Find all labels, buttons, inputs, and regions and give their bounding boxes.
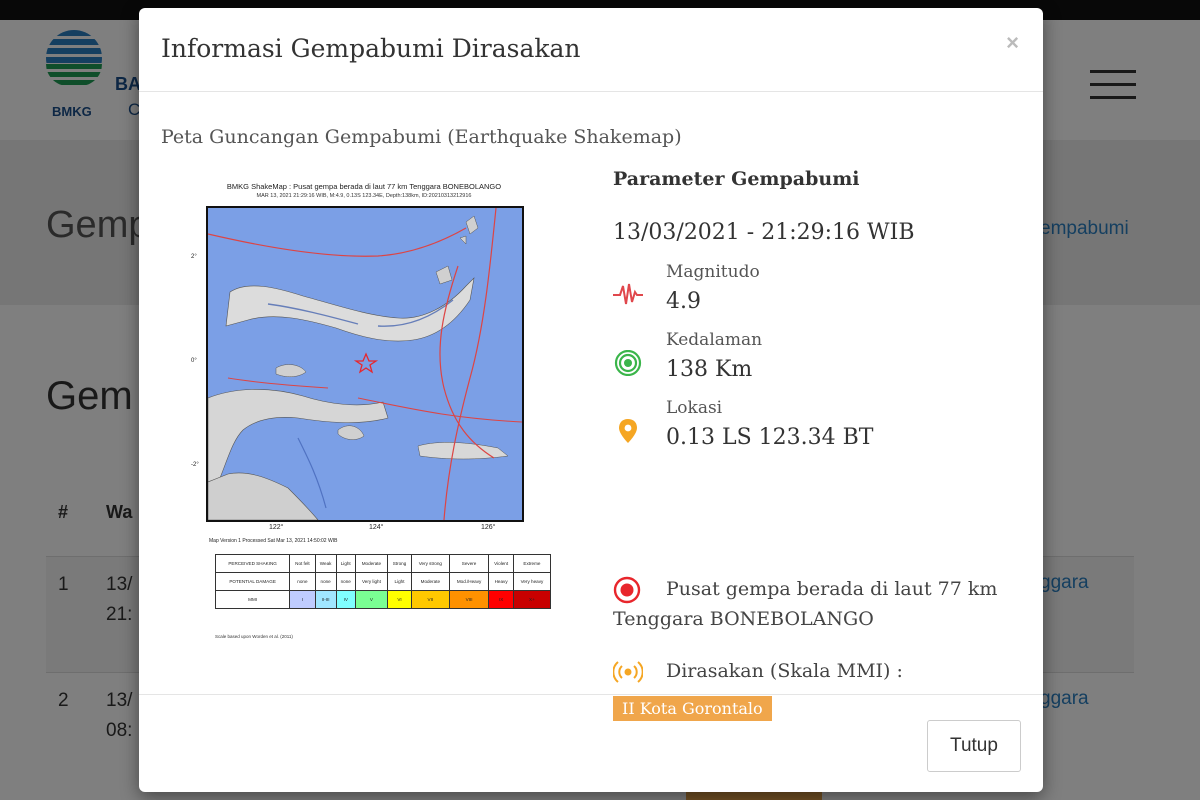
legend-header: PERCEIVED SHAKING — [214, 554, 291, 573]
legend-cell: Strong — [387, 554, 412, 573]
shakemap-subtitle: MAR 13, 2021 21:29:16 WIB, M:4.9, 0.13S … — [256, 193, 472, 199]
lat-label: 0° — [191, 358, 197, 364]
magnitude-value: 4.9 — [666, 289, 701, 314]
mmi-cell: X+ — [512, 590, 552, 609]
mmi-cell: VIII — [448, 590, 490, 609]
shakemap-footer: Map Version 1 Processed Sat Mar 13, 2021… — [209, 538, 338, 544]
legend-header: MMI — [214, 590, 291, 609]
legend-cell: none — [314, 572, 337, 591]
legend-cell: Severe — [448, 554, 490, 573]
modal-footer: Tutup — [139, 695, 1043, 791]
depth-item: Kedalaman 138 Km — [613, 330, 1033, 394]
felt-intensity: Dirasakan (Skala MMI) : — [613, 660, 903, 683]
felt-label: Dirasakan (Skala MMI) : — [666, 660, 903, 682]
seismograph-icon — [613, 283, 643, 305]
lon-label: 122° — [269, 524, 284, 531]
legend-note: Scale based upon Worden et al. (2011) — [215, 634, 293, 639]
legend-cell: Light — [387, 572, 412, 591]
legend-cell: Light — [335, 554, 356, 573]
mmi-cell: II-III — [314, 590, 337, 609]
legend-cell: Moderate — [410, 572, 450, 591]
mmi-cell: VII — [410, 590, 450, 609]
modal-title: Informasi Gempabumi Dirasakan — [161, 34, 581, 63]
legend-cell: none — [335, 572, 356, 591]
mmi-cell: I — [289, 590, 316, 609]
shakemap-map — [206, 206, 524, 522]
depth-value: 138 Km — [666, 357, 753, 382]
legend-cell: Weak — [314, 554, 337, 573]
legend-header: POTENTIAL DAMAGE — [214, 572, 291, 591]
mmi-cell: IX — [488, 590, 514, 609]
legend-cell: Moderate — [354, 554, 389, 573]
legend-cell: Extreme — [512, 554, 552, 573]
legend-cell: Mod./Heavy — [448, 572, 490, 591]
shakemap-section-title: Peta Guncangan Gempabumi (Earthquake Sha… — [161, 126, 682, 148]
mmi-cell: V — [354, 590, 389, 609]
map-pin-icon — [619, 419, 637, 443]
lat-label: -2° — [191, 462, 199, 468]
mmi-cell: IV — [335, 590, 356, 609]
shakemap-svg — [208, 208, 522, 520]
legend-cell: Very strong — [410, 554, 450, 573]
modal-body: Peta Guncangan Gempabumi (Earthquake Sha… — [139, 92, 1043, 721]
legend-cell: Very light — [354, 572, 389, 591]
lon-label: 124° — [369, 524, 384, 531]
earthquake-info-modal: Informasi Gempabumi Dirasakan × Peta Gun… — [139, 8, 1043, 792]
shakemap-image: BMKG ShakeMap : Pusat gempa berada di la… — [179, 182, 552, 642]
mmi-legend: PERCEIVED SHAKING Not felt Weak Light Mo… — [214, 554, 552, 609]
epicenter-description: Pusat gempa berada di laut 77 km Tenggar… — [613, 574, 1033, 634]
lat-label: 2° — [191, 254, 197, 260]
close-button[interactable]: Tutup — [927, 720, 1021, 772]
location-label: Lokasi — [666, 398, 723, 418]
legend-cell: Very heavy — [512, 572, 552, 591]
magnitude-label: Magnitudo — [666, 262, 760, 282]
broadcast-icon — [613, 661, 643, 683]
magnitude-item: Magnitudo 4.9 — [613, 262, 1033, 326]
parameters-heading: Parameter Gempabumi — [613, 168, 860, 190]
close-icon[interactable]: × — [1006, 30, 1019, 56]
epicenter-text: Pusat gempa berada di laut 77 km Tenggar… — [613, 578, 998, 630]
depth-label: Kedalaman — [666, 330, 763, 350]
mmi-cell: VI — [387, 590, 412, 609]
modal-header: Informasi Gempabumi Dirasakan × — [139, 8, 1043, 92]
legend-cell: Violent — [488, 554, 514, 573]
legend-cell: Not felt — [289, 554, 316, 573]
event-datetime: 13/03/2021 - 21:29:16 WIB — [613, 220, 915, 245]
lon-label: 126° — [481, 524, 496, 531]
depth-icon — [614, 350, 642, 376]
location-value: 0.13 LS 123.34 BT — [666, 425, 874, 450]
shakemap-title: BMKG ShakeMap : Pusat gempa berada di la… — [226, 182, 502, 191]
legend-cell: none — [289, 572, 316, 591]
location-item: Lokasi 0.13 LS 123.34 BT — [613, 398, 1033, 462]
legend-cell: Heavy — [488, 572, 514, 591]
epicenter-icon — [613, 576, 641, 604]
earthquake-parameters: Parameter Gempabumi 13/03/2021 - 21:29:1… — [613, 92, 1033, 721]
